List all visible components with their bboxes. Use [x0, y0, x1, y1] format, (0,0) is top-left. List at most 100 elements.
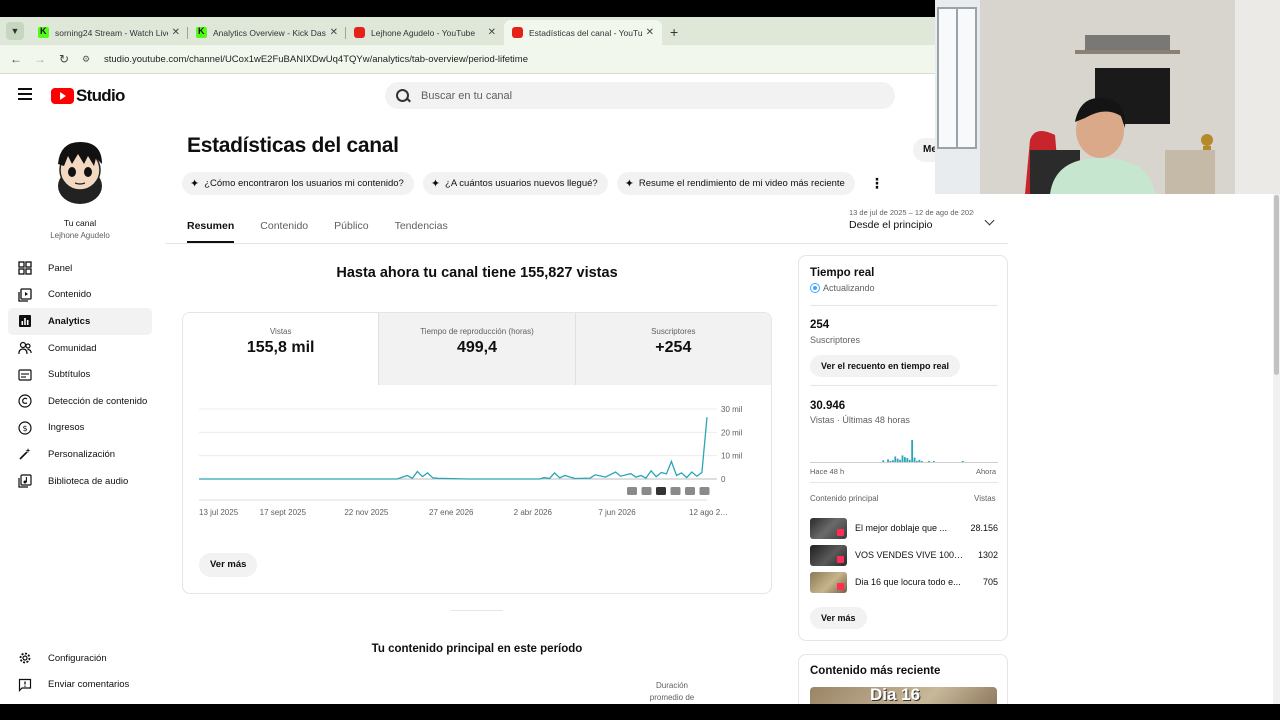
video-marker[interactable] — [685, 487, 695, 495]
sidebar-item-community[interactable]: Comunidad — [8, 335, 152, 362]
realtime-views-bar-chart[interactable] — [810, 435, 998, 463]
realtime-content-row[interactable]: El mejor doblaje que ... 28.156 — [810, 517, 998, 539]
browser-tab-strip: ▼ sorning24 Stream - Watch Live ✕ Analyt… — [0, 17, 935, 45]
metric-subscribers[interactable]: Suscriptores +254 — [574, 313, 771, 385]
close-tab-icon[interactable]: ✕ — [330, 27, 338, 38]
feedback-icon — [18, 678, 32, 692]
views-summary-heading: Hasta ahora tu canal tiene 155,827 vista… — [336, 265, 618, 281]
tab-trends[interactable]: Tendencias — [395, 220, 448, 243]
period-selector[interactable]: 13 de jul de 2025 – 12 de ago de 2026 De… — [849, 208, 999, 231]
video-thumbnail — [810, 544, 847, 566]
page-scrollbar-thumb[interactable] — [1274, 195, 1279, 375]
realtime-bar[interactable] — [916, 460, 918, 462]
realtime-bar[interactable] — [932, 461, 935, 462]
video-marker[interactable] — [641, 487, 652, 495]
realtime-bar[interactable] — [961, 461, 964, 462]
search-bar[interactable] — [385, 82, 895, 109]
realtime-content-row[interactable]: Dia 16 que locura todo e... 705 — [810, 571, 998, 593]
close-tab-icon[interactable]: ✕ — [488, 27, 496, 38]
sparkle-icon: ✦ — [624, 178, 634, 190]
realtime-bar[interactable] — [899, 459, 901, 462]
site-info-icon[interactable]: ⚙ — [82, 54, 98, 65]
reload-icon[interactable]: ↻ — [52, 52, 76, 66]
customization-icon — [18, 447, 32, 461]
url-field[interactable]: ⚙ studio.youtube.com/channel/UCox1wE2FuB… — [82, 49, 929, 70]
chip-recent-video-summary[interactable]: ✦ Resume el rendimiento de mi video más r… — [616, 172, 855, 195]
avg-duration-column-header: Duración promedio de — [649, 681, 695, 702]
browser-tab-youtube-channel[interactable]: Lejhone Agudelo - YouTube ✕ — [346, 20, 504, 45]
realtime-title: Tiempo real — [810, 267, 875, 279]
realtime-bar[interactable] — [918, 459, 921, 462]
realtime-bar[interactable] — [928, 460, 930, 462]
chip-new-users[interactable]: ✦ ¿A cuántos usuarios nuevos llegué? — [422, 172, 608, 195]
realtime-see-more-button[interactable]: Ver más — [810, 607, 867, 629]
kick-favicon-icon — [196, 26, 207, 38]
chip-how-users-found[interactable]: ✦ ¿Cómo encontraron los usuarios mi conte… — [182, 172, 414, 195]
metric-watch-time[interactable]: Tiempo de reproducción (horas) 499,4 — [378, 313, 575, 385]
realtime-bar[interactable] — [889, 460, 892, 462]
realtime-bar[interactable] — [906, 458, 909, 462]
more-options-icon[interactable]: ⋮ — [870, 175, 884, 192]
realtime-bar[interactable] — [911, 440, 914, 462]
realtime-bar[interactable] — [913, 457, 916, 462]
view-realtime-count-button[interactable]: Ver el recuento en tiempo real — [810, 355, 961, 377]
browser-tab-studio-analytics[interactable]: Estadísticas del canal - YouTube ✕ — [504, 20, 662, 45]
period-label: Desde el principio — [849, 219, 933, 231]
community-icon — [18, 341, 32, 355]
realtime-bar[interactable] — [904, 457, 906, 462]
menu-icon[interactable] — [18, 88, 32, 100]
browser-tab-kick-analytics[interactable]: Analytics Overview - Kick Dashb ✕ — [188, 20, 346, 45]
views-series-line[interactable] — [199, 417, 708, 480]
top-black-bar — [0, 0, 935, 17]
realtime-bar[interactable] — [894, 456, 897, 463]
views-line-chart[interactable]: 30 mil 20 mil 10 mil 0 13 jul 2025 17 sept 20… — [183, 403, 772, 533]
video-marker[interactable] — [627, 487, 637, 495]
realtime-bar[interactable] — [891, 460, 894, 462]
sidebar-item-content-detection[interactable]: Detección de contenido — [8, 388, 152, 415]
chip-label: ¿A cuántos usuarios nuevos llegué? — [445, 178, 598, 189]
channel-avatar[interactable] — [50, 136, 110, 208]
realtime-bar[interactable] — [887, 459, 889, 462]
video-marker[interactable] — [699, 487, 710, 495]
video-marker[interactable] — [670, 487, 681, 495]
close-tab-icon[interactable]: ✕ — [646, 27, 654, 38]
realtime-bar[interactable] — [920, 460, 923, 462]
y-tick-label: 30 mil — [721, 405, 743, 414]
sidebar-item-audio-library[interactable]: Biblioteca de audio — [8, 468, 152, 495]
tab-overview[interactable]: Resumen — [187, 220, 235, 243]
svg-text:$: $ — [22, 424, 27, 433]
video-thumbnail — [810, 517, 847, 539]
youtube-favicon-icon — [354, 27, 365, 38]
new-tab-icon[interactable]: + — [670, 24, 678, 40]
sidebar-item-earn[interactable]: $ Ingresos — [8, 415, 152, 442]
realtime-bar[interactable] — [896, 458, 899, 462]
sidebar-item-customization[interactable]: Personalización — [8, 441, 152, 468]
metric-label: Suscriptores — [651, 327, 696, 336]
realtime-content-row[interactable]: VOS VENDES VIVE 100 ... 1302 — [810, 544, 998, 566]
sidebar-item-panel[interactable]: Panel — [8, 255, 152, 282]
metric-views[interactable]: Vistas 155,8 mil — [183, 313, 379, 385]
sidebar-item-analytics[interactable]: Analytics — [8, 308, 152, 335]
latest-video-thumbnail[interactable]: Dia 16 — [810, 685, 997, 704]
sidebar-item-feedback[interactable]: Enviar comentarios — [8, 672, 152, 699]
realtime-bar[interactable] — [901, 455, 904, 462]
forward-arrow-icon[interactable]: → — [28, 52, 52, 66]
studio-logo[interactable]: Studio — [51, 86, 125, 106]
tab-content[interactable]: Contenido — [260, 220, 308, 243]
tab-title: Estadísticas del canal - YouTube — [529, 27, 642, 38]
sidebar-item-label: Biblioteca de audio — [48, 475, 129, 487]
sidebar-item-subtitles[interactable]: Subtítulos — [8, 361, 152, 388]
close-tab-icon[interactable]: ✕ — [172, 27, 180, 38]
realtime-bar[interactable] — [908, 459, 911, 462]
period-range: 13 de jul de 2025 – 12 de ago de 2026 — [849, 208, 974, 217]
sidebar-item-content[interactable]: Contenido — [8, 282, 152, 309]
search-input[interactable] — [421, 89, 841, 102]
see-more-button[interactable]: Ver más — [199, 553, 258, 577]
realtime-bar[interactable] — [882, 460, 885, 462]
video-marker[interactable] — [656, 487, 666, 495]
tab-audience[interactable]: Público — [334, 220, 368, 243]
browser-tab-kick-stream[interactable]: sorning24 Stream - Watch Live ✕ — [30, 20, 188, 45]
tab-search-dropdown-icon[interactable]: ▼ — [6, 22, 24, 40]
sidebar-item-settings[interactable]: Configuración — [8, 645, 152, 672]
back-arrow-icon[interactable]: ← — [4, 52, 28, 66]
